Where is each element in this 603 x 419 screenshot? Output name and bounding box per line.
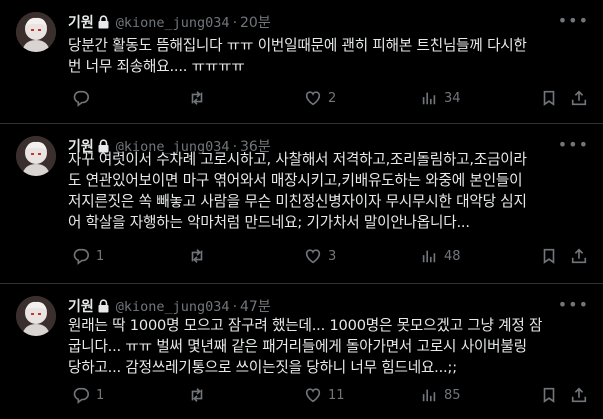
avatar[interactable] [16,296,56,336]
share-button[interactable] [570,385,588,405]
tweet-text: 당분간 활동도 뜸해집니다 ㅠㅠ 이번일때문에 괜히 피해본 트친님들께 다시한… [68,37,527,75]
bookmark-button[interactable] [540,88,558,108]
like-count: 11 [328,387,345,403]
avatar[interactable] [16,136,56,176]
timestamp[interactable]: 20분 [240,15,271,31]
reply-button[interactable]: 1 [72,246,104,266]
display-name[interactable]: 기원 [68,15,94,31]
bookmark-button[interactable] [540,246,558,266]
like-button[interactable]: 11 [304,385,345,405]
view-count: 34 [444,90,461,106]
like-icon [305,388,321,403]
retweet-icon [191,91,203,105]
reply-icon [73,248,89,265]
bookmark-button[interactable] [540,385,558,405]
view-count: 85 [444,387,461,403]
share-icon [571,248,587,264]
tweet[interactable]: 기원 @kione_jung034 · 20분 ••• 당분간 활동도 뜸해집니다 ㅠ… [0,0,603,124]
like-icon [305,91,321,106]
reply-icon [73,90,89,107]
lock-icon [97,15,110,34]
like-count: 3 [328,248,337,264]
reply-count: 1 [96,387,105,403]
views-icon [422,250,436,263]
tweet-actions: 2 34 [68,88,588,108]
views-button[interactable]: 48 [420,246,461,266]
retweet-button[interactable] [188,88,212,108]
handle[interactable]: @kione_jung034 [116,299,230,315]
more-icon[interactable]: ••• [558,11,589,30]
reply-button[interactable]: 1 [72,385,104,405]
tweet[interactable]: 기원 @kione_jung034 · 36분 ••• 자꾸 여럿이서 수차례 고로시… [0,124,603,284]
separator: · [232,15,238,31]
reply-count: 1 [96,248,105,264]
separator: · [232,299,238,315]
view-count: 48 [444,248,461,264]
retweet-button[interactable] [188,246,212,266]
views-button[interactable]: 34 [420,88,461,108]
bookmark-icon [543,90,555,106]
bookmark-icon [543,387,555,403]
views-button[interactable]: 85 [420,385,461,405]
avatar[interactable] [16,12,56,52]
more-icon[interactable]: ••• [558,295,589,314]
views-icon [422,92,436,105]
reply-button[interactable] [72,88,96,108]
like-button[interactable]: 3 [304,246,336,266]
tweet-text: 원래는 딱 1000명 모으고 잠구려 했는데... 1000명은 못모으겠고 … [68,317,543,376]
handle[interactable]: @kione_jung034 [116,15,230,31]
bookmark-icon [543,248,555,264]
like-button[interactable]: 2 [304,88,336,108]
retweet-icon [191,249,203,263]
share-button[interactable] [570,246,588,266]
reply-icon [73,387,89,404]
share-icon [571,90,587,106]
like-icon [305,249,321,264]
share-button[interactable] [570,88,588,108]
display-name[interactable]: 기원 [68,299,94,315]
tweet-text: 자꾸 여럿이서 수차례 고로시하고, 사찰해서 저격하고,조리돌림하고,조금이라… [68,151,527,231]
tweet[interactable]: 기원 @kione_jung034 · 47분 ••• 원래는 딱 1000명 모으고… [0,284,603,419]
tweet-actions: 1 11 85 [68,385,588,405]
tweet-header: 기원 @kione_jung034 · 20분 [68,14,271,32]
views-icon [422,389,436,402]
tweet-actions: 1 3 48 [68,246,588,266]
timestamp[interactable]: 47분 [240,299,271,315]
retweet-icon [191,388,203,402]
share-icon [571,387,587,403]
retweet-button[interactable] [188,385,212,405]
tweet-header: 기원 @kione_jung034 · 47분 [68,298,271,316]
like-count: 2 [328,90,337,106]
